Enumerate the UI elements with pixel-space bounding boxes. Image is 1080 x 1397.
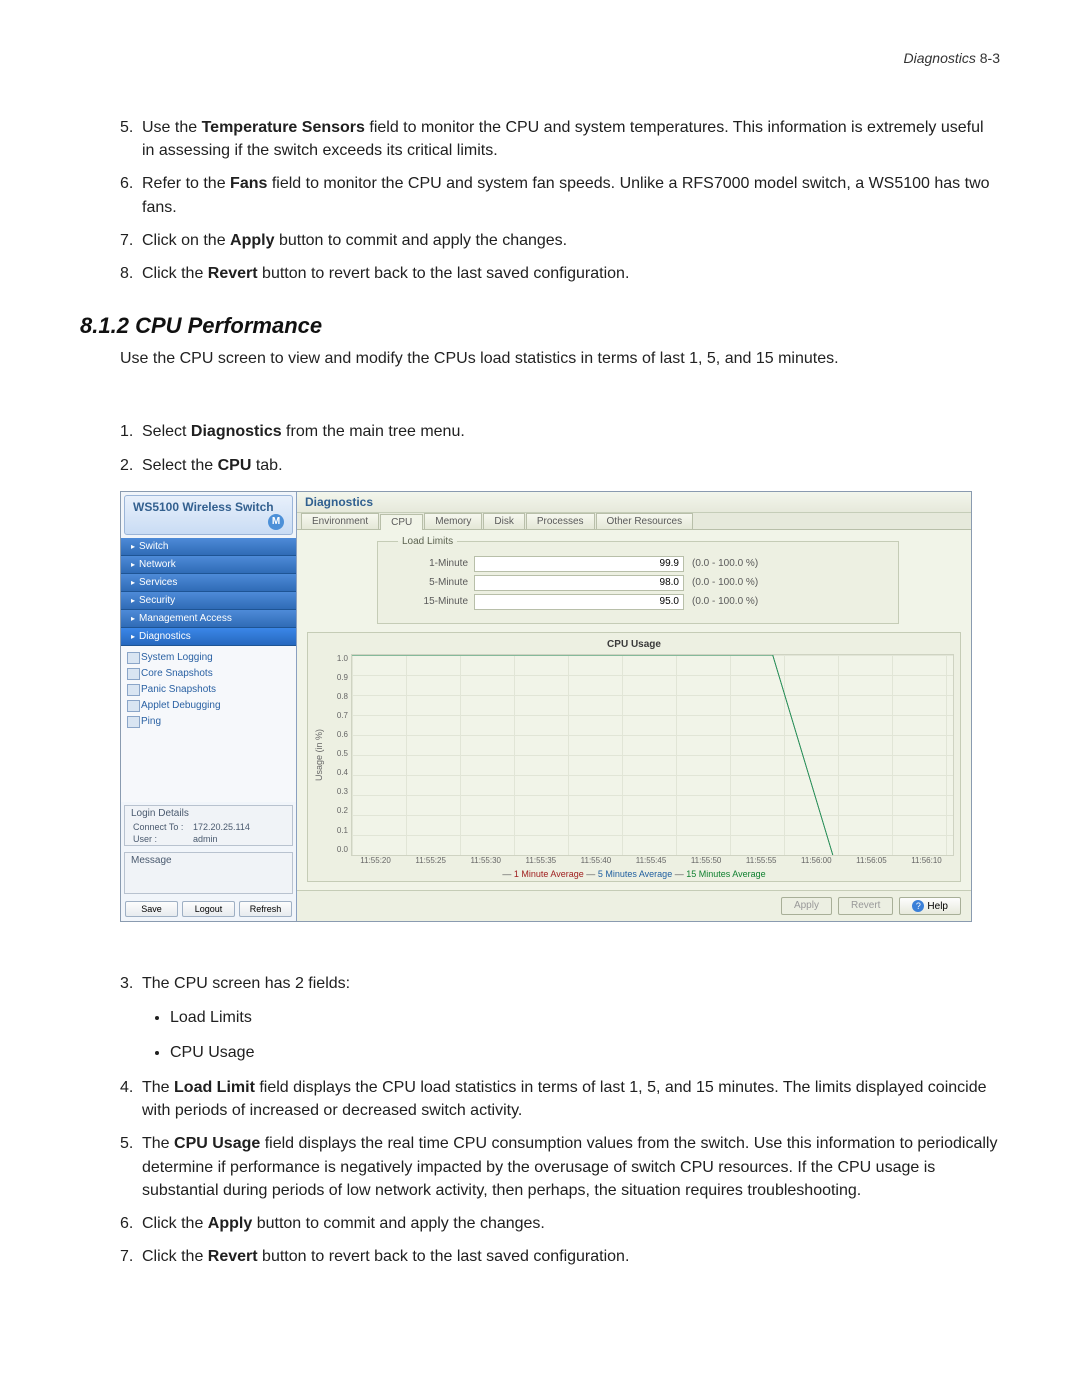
tree-item-panic-snapshots[interactable]: Panic Snapshots — [127, 682, 290, 698]
chevron-right-icon: ▸ — [131, 542, 135, 551]
chevron-right-icon: ▸ — [131, 632, 135, 641]
load-limit-input[interactable] — [474, 575, 684, 591]
page-header: Diagnostics 8-3 — [80, 50, 1000, 66]
y-axis-label: Usage (in %) — [314, 654, 328, 856]
step-item: 4.The Load Limit field displays the CPU … — [120, 1076, 1000, 1122]
bullet-item: Load Limits — [170, 1005, 1000, 1031]
y-ticks: 1.00.90.80.70.60.50.40.30.20.10.0 — [328, 654, 351, 854]
save-button[interactable]: Save — [125, 901, 178, 917]
tree-item-system-logging[interactable]: System Logging — [127, 650, 290, 666]
section-heading: 8.1.2 CPU Performance — [80, 313, 1000, 339]
section-intro: Use the CPU screen to view and modify th… — [80, 347, 1000, 370]
load-limit-row: 5-Minute(0.0 - 100.0 %) — [398, 575, 878, 591]
steps-top: 5.Use the Temperature Sensors field to m… — [80, 116, 1000, 285]
tree-item-ping[interactable]: Ping — [127, 714, 290, 730]
step-item: 6.Refer to the Fans field to monitor the… — [120, 172, 1000, 218]
x-ticks: 11:55:2011:55:2511:55:3011:55:3511:55:40… — [348, 856, 954, 865]
load-limit-input[interactable] — [474, 556, 684, 572]
step-item: 7.Click the Revert button to revert back… — [120, 1245, 1000, 1268]
sidebar-buttons: SaveLogoutRefresh — [121, 897, 296, 921]
chart-plot — [351, 654, 954, 856]
nav-item-security[interactable]: ▸Security — [121, 592, 296, 610]
tree-item-core-snapshots[interactable]: Core Snapshots — [127, 666, 290, 682]
nav-item-network[interactable]: ▸Network — [121, 556, 296, 574]
steps-mid: 1.Select Diagnostics from the main tree … — [80, 420, 1000, 476]
revert-button[interactable]: Revert — [838, 897, 893, 915]
app-window: WS5100 Wireless Switch M ▸Switch▸Network… — [120, 491, 972, 922]
footer-buttons: Apply Revert ?Help — [297, 890, 971, 921]
chevron-right-icon: ▸ — [131, 596, 135, 605]
load-limit-input[interactable] — [474, 594, 684, 610]
chevron-right-icon: ▸ — [131, 578, 135, 587]
brand-icon: M — [268, 514, 284, 530]
load-limit-row: 1-Minute(0.0 - 100.0 %) — [398, 556, 878, 572]
step-item: 3.The CPU screen has 2 fields: — [120, 972, 1000, 995]
nav-item-switch[interactable]: ▸Switch — [121, 538, 296, 556]
content-title: Diagnostics — [297, 492, 971, 513]
cpu-usage-chart: CPU Usage Usage (in %) 1.00.90.80.70.60.… — [307, 632, 961, 882]
message-box: Message — [124, 852, 293, 894]
tab-other-resources[interactable]: Other Resources — [596, 513, 694, 529]
nav-item-management-access[interactable]: ▸Management Access — [121, 610, 296, 628]
tab-disk[interactable]: Disk — [483, 513, 524, 529]
header-page: 8-3 — [980, 50, 1000, 66]
load-limits: Load Limits 1-Minute(0.0 - 100.0 %)5-Min… — [377, 536, 899, 624]
steps-bottom2: 4.The Load Limit field displays the CPU … — [80, 1076, 1000, 1268]
chart-legend: — 1 Minute Average — 5 Minutes Average —… — [314, 869, 954, 879]
sidebar: WS5100 Wireless Switch M ▸Switch▸Network… — [121, 492, 297, 921]
help-icon: ? — [912, 900, 924, 912]
step-item: 5.The CPU Usage field displays the real … — [120, 1132, 1000, 1202]
content-area: Diagnostics EnvironmentCPUMemoryDiskProc… — [297, 492, 971, 921]
logout-button[interactable]: Logout — [182, 901, 235, 917]
bullet-item: CPU Usage — [170, 1040, 1000, 1066]
chevron-right-icon: ▸ — [131, 560, 135, 569]
steps-bottom: 3.The CPU screen has 2 fields: — [80, 972, 1000, 995]
tab-processes[interactable]: Processes — [526, 513, 595, 529]
tab-environment[interactable]: Environment — [301, 513, 379, 529]
help-button[interactable]: ?Help — [899, 897, 961, 915]
chevron-right-icon: ▸ — [131, 614, 135, 623]
sidebar-title: WS5100 Wireless Switch M — [124, 495, 293, 535]
step-item: 7.Click on the Apply button to commit an… — [120, 229, 1000, 252]
tab-memory[interactable]: Memory — [424, 513, 482, 529]
tab-cpu[interactable]: CPU — [380, 514, 423, 530]
load-limit-row: 15-Minute(0.0 - 100.0 %) — [398, 594, 878, 610]
step-item: 2.Select the CPU tab. — [120, 454, 1000, 477]
header-section: Diagnostics — [904, 50, 976, 66]
tabs: EnvironmentCPUMemoryDiskProcessesOther R… — [297, 513, 971, 530]
nav: ▸Switch▸Network▸Services▸Security▸Manage… — [121, 538, 296, 646]
bullet-list: Load Limits CPU Usage — [80, 1005, 1000, 1066]
tree: System LoggingCore SnapshotsPanic Snapsh… — [121, 646, 296, 802]
step-item: 1.Select Diagnostics from the main tree … — [120, 420, 1000, 443]
login-box: Login Details Connect To :172.20.25.114 … — [124, 805, 293, 846]
step-item: 5.Use the Temperature Sensors field to m… — [120, 116, 1000, 162]
nav-item-services[interactable]: ▸Services — [121, 574, 296, 592]
step-item: 6.Click the Apply button to commit and a… — [120, 1212, 1000, 1235]
step-item: 8.Click the Revert button to revert back… — [120, 262, 1000, 285]
nav-item-diagnostics[interactable]: ▸Diagnostics — [121, 628, 296, 646]
refresh-button[interactable]: Refresh — [239, 901, 292, 917]
tree-item-applet-debugging[interactable]: Applet Debugging — [127, 698, 290, 714]
apply-button[interactable]: Apply — [781, 897, 832, 915]
